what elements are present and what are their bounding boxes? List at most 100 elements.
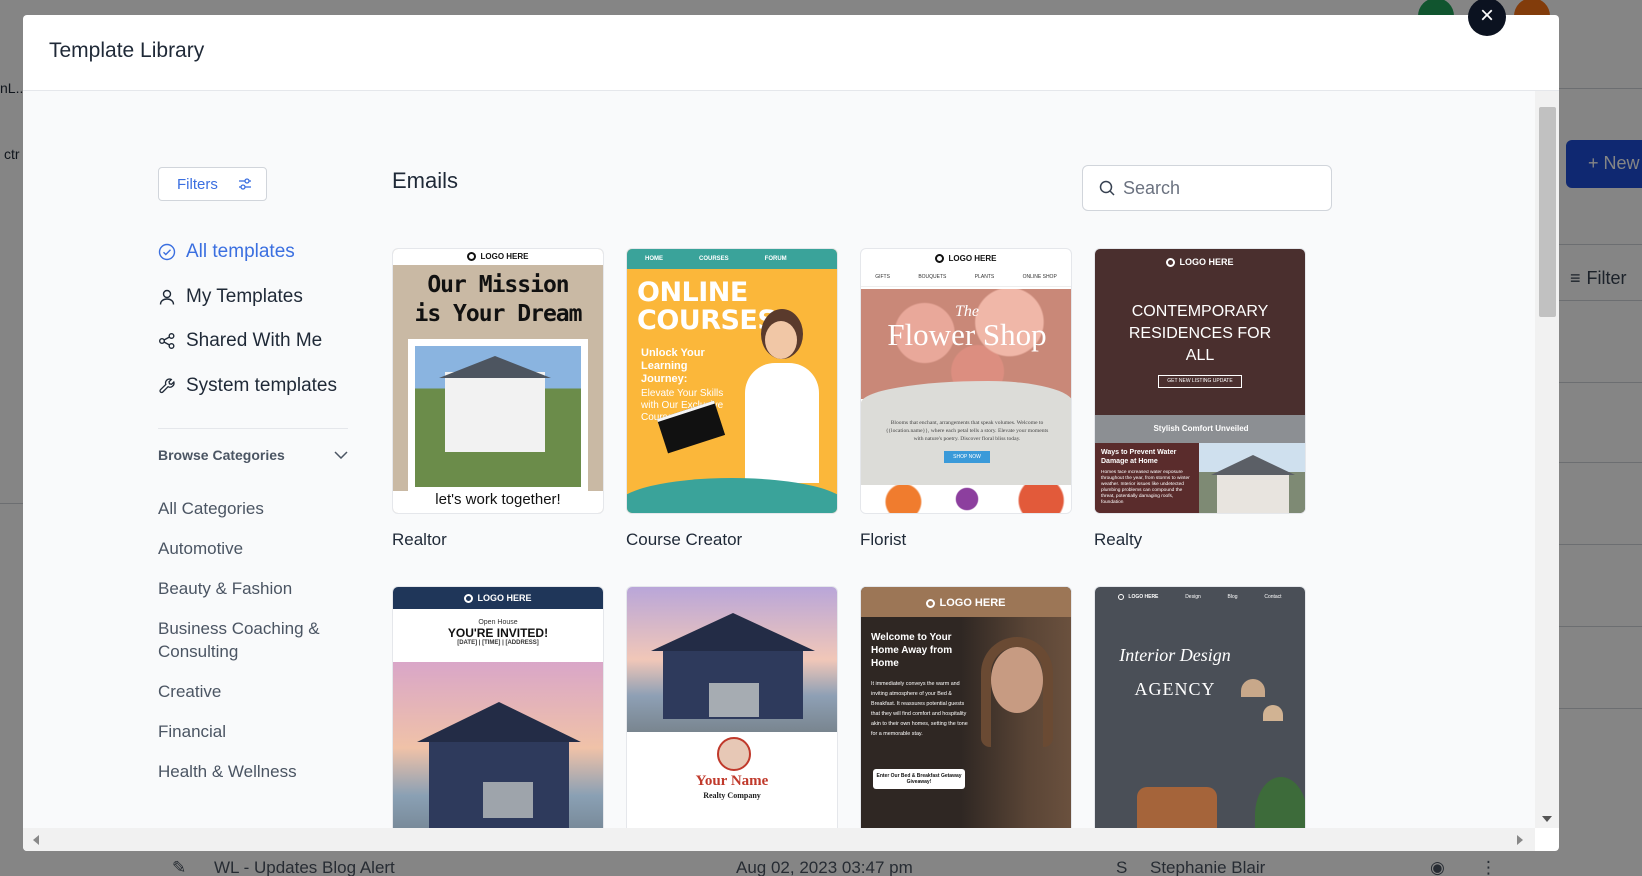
category-item[interactable]: Creative [158, 680, 221, 703]
thumb-sub: Ways to Prevent Water Damage at Home [1101, 449, 1177, 465]
logo-text: LOGO HERE [1179, 257, 1234, 267]
template-name: Realtor [392, 530, 447, 549]
template-card[interactable]: LOGO HERE Our Mission is Your Dream let'… [392, 248, 604, 550]
house-photo [627, 587, 837, 732]
nav-text: COURSES [699, 256, 729, 262]
template-name: Realty [1094, 530, 1143, 549]
template-library-modal: Template Library Filters All templates M… [23, 15, 1559, 851]
nav-text: HOME [645, 256, 663, 262]
template-thumbnail[interactable]: LOGO HERE Our Mission is Your Dream let'… [392, 248, 604, 514]
thumb-cta: Enter Our Bed & Breakfast Getaway Giveaw… [873, 769, 965, 789]
nav-system-templates[interactable]: System templates [158, 375, 337, 397]
lamp-shape [1241, 679, 1265, 697]
sliders-icon [238, 178, 251, 190]
chair-shape [1137, 787, 1217, 828]
thumb-headline: Your Name [695, 773, 769, 789]
logo-text: LOGO HERE [948, 254, 997, 263]
thumb-header: LOGO HERE [1095, 249, 1305, 271]
lamp-shape [1263, 705, 1283, 721]
sidebar-divider [158, 428, 348, 429]
nav-my-templates[interactable]: My Templates [158, 286, 303, 308]
thumb-sub: Realty Company [703, 791, 761, 800]
nav-all-templates[interactable]: All templates [158, 241, 295, 263]
template-thumbnail[interactable]: Your Name Realty Company [626, 586, 838, 828]
template-card[interactable]: HOME COURSES FORUM ONLINE COURSES Unlock… [626, 248, 838, 550]
thumb-grey-band: Blooms that enchant, arrangements that s… [861, 381, 1071, 486]
logo-text: LOGO HERE [480, 252, 529, 261]
template-card[interactable]: LOGO HERE GIFTS BOUQUETS PLANTS ONLINE S… [860, 248, 1072, 550]
nav-shared-with-me[interactable]: Shared With Me [158, 330, 322, 352]
vertical-scrollbar[interactable] [1535, 91, 1559, 828]
check-circle-icon [158, 243, 176, 261]
plant-shape [1255, 777, 1305, 828]
woman-photo [961, 617, 1071, 828]
template-thumbnail[interactable]: LOGO HERE Design Blog Contact Interior D… [1094, 586, 1306, 828]
thumb-nav: HOME COURSES FORUM [627, 249, 837, 269]
template-card[interactable]: LOGO HERE CONTEMPORARY RESIDENCES FOR AL… [1094, 248, 1306, 550]
thumb-headline: YOU'RE INVITED! [447, 626, 549, 640]
nav-label: My Templates [186, 286, 303, 307]
filters-button[interactable]: Filters [158, 167, 267, 201]
nav-text: ONLINE SHOP [1022, 273, 1057, 280]
template-card[interactable]: LOGO HERE Open House YOU'RE INVITED! [DA… [392, 586, 604, 828]
template-card[interactable]: LOGO HERE Design Blog Contact Interior D… [1094, 586, 1306, 828]
thumb-headline: Welcome to Your Home Away from Home [871, 632, 953, 669]
thumb-body: Homes face increased water exposure thro… [1101, 470, 1190, 505]
thumb-headline: Interior Design [1119, 645, 1231, 665]
search-box[interactable] [1082, 165, 1332, 211]
thumb-body: Blooms that enchant, arrangements that s… [885, 420, 1049, 442]
scrollbar-thumb[interactable] [1539, 107, 1556, 317]
scroll-left-arrow-icon[interactable] [33, 835, 39, 845]
thumb-wave [627, 478, 837, 513]
modal-title: Template Library [49, 39, 205, 62]
template-thumbnail[interactable]: LOGO HERE Open House YOU'RE INVITED! [DA… [392, 586, 604, 828]
thumb-header: LOGO HERE [861, 249, 1071, 267]
nav-text: PLANTS [974, 273, 995, 280]
horizontal-scrollbar[interactable] [23, 828, 1535, 851]
thumb-footer: let's work together! [393, 491, 603, 513]
thumb-header: LOGO HERE [861, 587, 1071, 617]
template-card[interactable]: LOGO HERE Welcome to Your Home Away from… [860, 586, 1072, 828]
house-photo [393, 662, 603, 828]
nav-text: Design [1185, 594, 1201, 600]
thumb-headline: CONTEMPORARY RESIDENCES FOR ALL [1128, 303, 1272, 364]
section-title: Emails [392, 168, 459, 193]
thumb-body: It immediately conveys the warm and invi… [871, 681, 968, 737]
share-icon [159, 333, 175, 349]
template-thumbnail[interactable]: LOGO HERE GIFTS BOUQUETS PLANTS ONLINE S… [860, 248, 1072, 514]
search-input[interactable] [1123, 177, 1323, 199]
browse-categories-toggle[interactable]: Browse Categories [158, 447, 348, 463]
category-item[interactable]: Beauty & Fashion [158, 577, 292, 600]
house-photo [1199, 443, 1305, 513]
template-thumbnail[interactable]: LOGO HERE CONTEMPORARY RESIDENCES FOR AL… [1094, 248, 1306, 514]
modal-body: Filters All templates My Templates Share… [23, 91, 1535, 828]
template-thumbnail[interactable]: HOME COURSES FORUM ONLINE COURSES Unlock… [626, 248, 838, 514]
template-thumbnail[interactable]: LOGO HERE Welcome to Your Home Away from… [860, 586, 1072, 828]
category-item[interactable]: Financial [158, 720, 226, 743]
category-item[interactable]: Automotive [158, 537, 243, 560]
thumb-sub: AGENCY [1134, 679, 1216, 699]
nav-label: Shared With Me [186, 330, 323, 351]
template-name: Florist [860, 530, 907, 549]
category-item[interactable]: Health & Wellness [158, 760, 297, 783]
thumb-band: Stylish Comfort Unveiled [1095, 415, 1305, 443]
woman-photo [737, 309, 827, 483]
thumb-cta: GET NEW LISTING UPDATE [1158, 375, 1242, 388]
template-card[interactable]: Your Name Realty Company [626, 586, 838, 828]
nav-text: Contact [1264, 594, 1282, 600]
thumb-lower: Ways to Prevent Water Damage at Home Hom… [1095, 443, 1305, 513]
search-icon [1099, 180, 1115, 196]
nav-text: BOUQUETS [918, 273, 947, 280]
thumb-headline: Flower Shop [887, 317, 1047, 352]
scroll-right-arrow-icon[interactable] [1517, 835, 1523, 845]
nav-text: FORUM [764, 256, 787, 262]
logo-text: LOGO HERE [939, 597, 1006, 609]
category-item[interactable]: Business Coaching & Consulting [158, 617, 348, 663]
category-item[interactable]: All Categories [158, 497, 264, 520]
house-photo [408, 339, 588, 494]
thumb-headline: Our Mission is Your Dream [414, 272, 582, 327]
nav-text: Blog [1227, 594, 1238, 600]
scroll-down-arrow-icon[interactable] [1542, 816, 1552, 822]
filters-label: Filters [177, 175, 218, 193]
flowers-row [861, 485, 1071, 513]
